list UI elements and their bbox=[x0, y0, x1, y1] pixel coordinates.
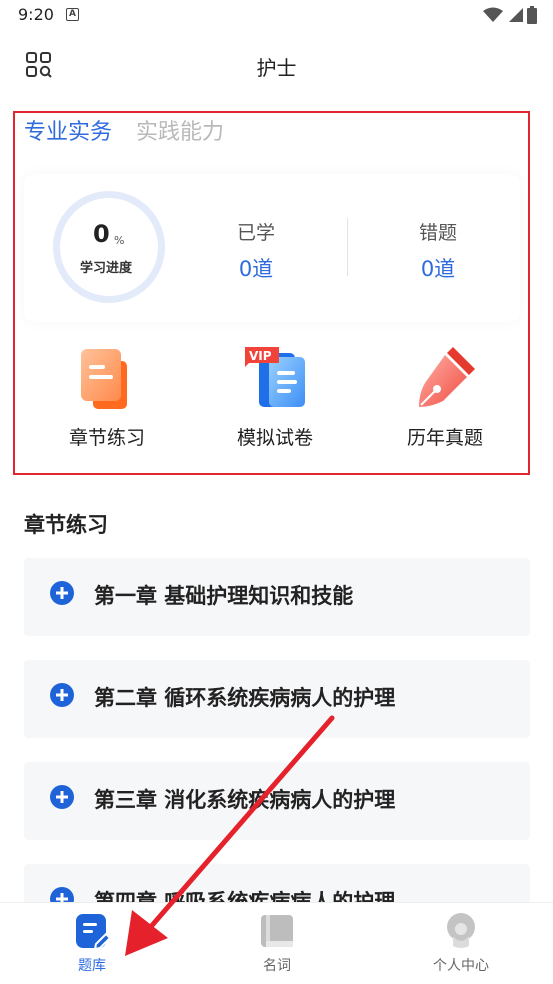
notification-a-icon: A bbox=[66, 8, 79, 21]
page-title: 护士 bbox=[256, 56, 297, 80]
status-time: 9:20 bbox=[18, 5, 54, 24]
mock-exam-label: 模拟试卷 bbox=[236, 427, 313, 449]
chapter-label: 第三章 消化系统疾病病人的护理 bbox=[94, 788, 396, 812]
nav-profile[interactable]: 个人中心 bbox=[391, 903, 531, 984]
book-icon bbox=[261, 915, 293, 947]
wifi-icon bbox=[483, 7, 503, 22]
stat-learned-value[interactable]: 0道 bbox=[206, 253, 306, 283]
expand-plus-icon bbox=[50, 581, 74, 605]
profile-icon bbox=[447, 913, 475, 948]
nav-glossary-label: 名词 bbox=[263, 958, 291, 974]
battery-icon bbox=[527, 6, 537, 24]
bottom-nav: 题库 名词 个人中心 bbox=[0, 902, 553, 984]
nav-glossary[interactable]: 名词 bbox=[207, 903, 347, 984]
progress-unit: % bbox=[114, 234, 125, 247]
chapter-practice-icon bbox=[81, 349, 127, 409]
mock-exam-button[interactable]: VIP 模拟试卷 bbox=[200, 345, 350, 450]
signal-icon bbox=[509, 8, 523, 22]
tab-professional-practice[interactable]: 专业实务 bbox=[24, 114, 112, 146]
subject-tabs: 专业实务 实践能力 bbox=[24, 114, 224, 146]
svg-text:VIP: VIP bbox=[249, 349, 272, 363]
chapter-label: 第一章 基础护理知识和技能 bbox=[94, 584, 354, 608]
section-title: 章节练习 bbox=[24, 513, 108, 537]
status-icons bbox=[483, 6, 537, 24]
nav-question-bank-label: 题库 bbox=[78, 958, 106, 974]
header: 护士 bbox=[0, 38, 553, 94]
chapter-practice-label: 章节练习 bbox=[68, 427, 145, 449]
stat-learned-label: 已学 bbox=[236, 222, 275, 244]
progress-value: 0 bbox=[93, 220, 110, 248]
mock-exam-vip-icon: VIP bbox=[245, 347, 305, 407]
stat-wrong-value[interactable]: 0道 bbox=[388, 253, 488, 283]
past-exams-button[interactable]: 历年真题 bbox=[370, 345, 520, 450]
progress-label: 学习进度 bbox=[80, 261, 133, 276]
expand-plus-icon bbox=[50, 785, 74, 809]
stat-divider bbox=[347, 218, 348, 276]
question-bank-icon bbox=[76, 914, 110, 950]
chapter-item[interactable]: 第二章 循环系统疾病病人的护理 bbox=[24, 660, 530, 738]
past-exams-label: 历年真题 bbox=[406, 427, 483, 449]
nav-profile-label: 个人中心 bbox=[433, 958, 489, 974]
chapter-practice-button[interactable]: 章节练习 bbox=[32, 345, 182, 450]
expand-plus-icon bbox=[50, 683, 74, 707]
chapter-item[interactable]: 第一章 基础护理知识和技能 bbox=[24, 558, 530, 636]
chapter-item[interactable]: 第三章 消化系统疾病病人的护理 bbox=[24, 762, 530, 840]
past-exams-pen-icon bbox=[419, 347, 475, 407]
nav-question-bank[interactable]: 题库 bbox=[22, 903, 162, 984]
tab-practical-ability[interactable]: 实践能力 bbox=[136, 114, 224, 146]
status-bar: 9:20 A bbox=[0, 0, 553, 30]
chapter-label: 第二章 循环系统疾病病人的护理 bbox=[94, 686, 396, 710]
stat-wrong-label: 错题 bbox=[418, 222, 457, 244]
